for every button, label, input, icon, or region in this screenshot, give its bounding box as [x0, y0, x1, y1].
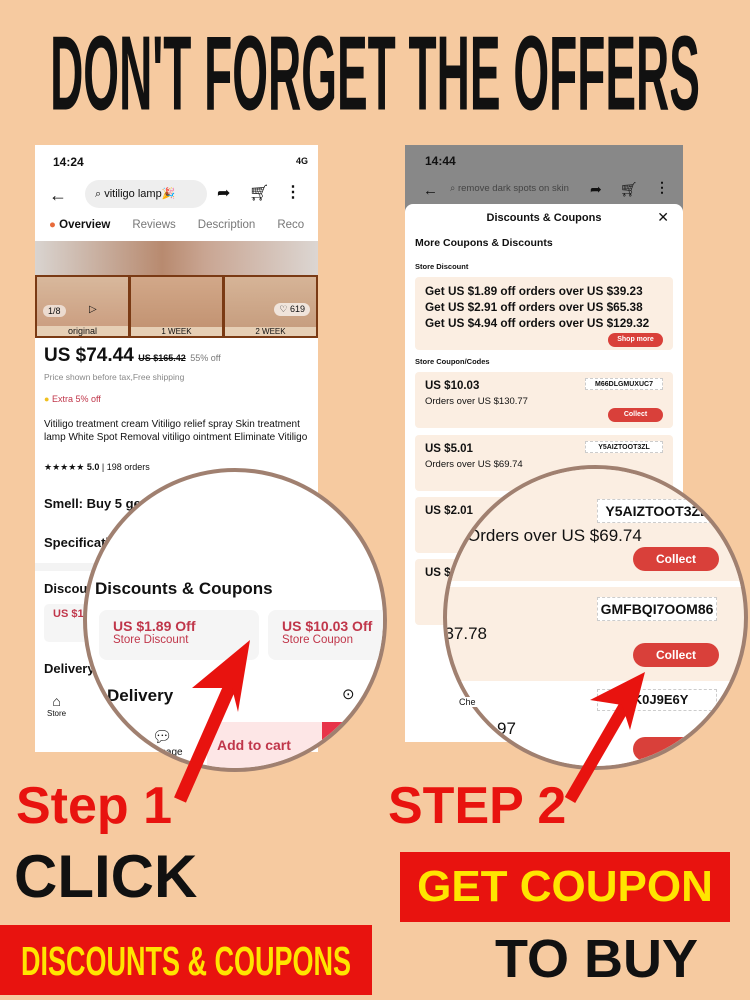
click-label: CLICK: [14, 843, 198, 910]
red-arrow-icon: [564, 672, 645, 804]
banner-text: DISCOUNTS & COUPONS: [20, 939, 352, 984]
red-arrow-icon: [174, 640, 250, 803]
get-coupon-banner: GET COUPON: [400, 852, 730, 922]
checkout-label[interactable]: Che: [458, 697, 477, 707]
to-buy-label: TO BUY: [495, 929, 699, 989]
discounts-coupons-banner: DISCOUNTS & COUPONS: [0, 925, 372, 995]
step2-label: STEP 2: [388, 777, 567, 835]
step1-label: Step 1: [16, 777, 173, 835]
